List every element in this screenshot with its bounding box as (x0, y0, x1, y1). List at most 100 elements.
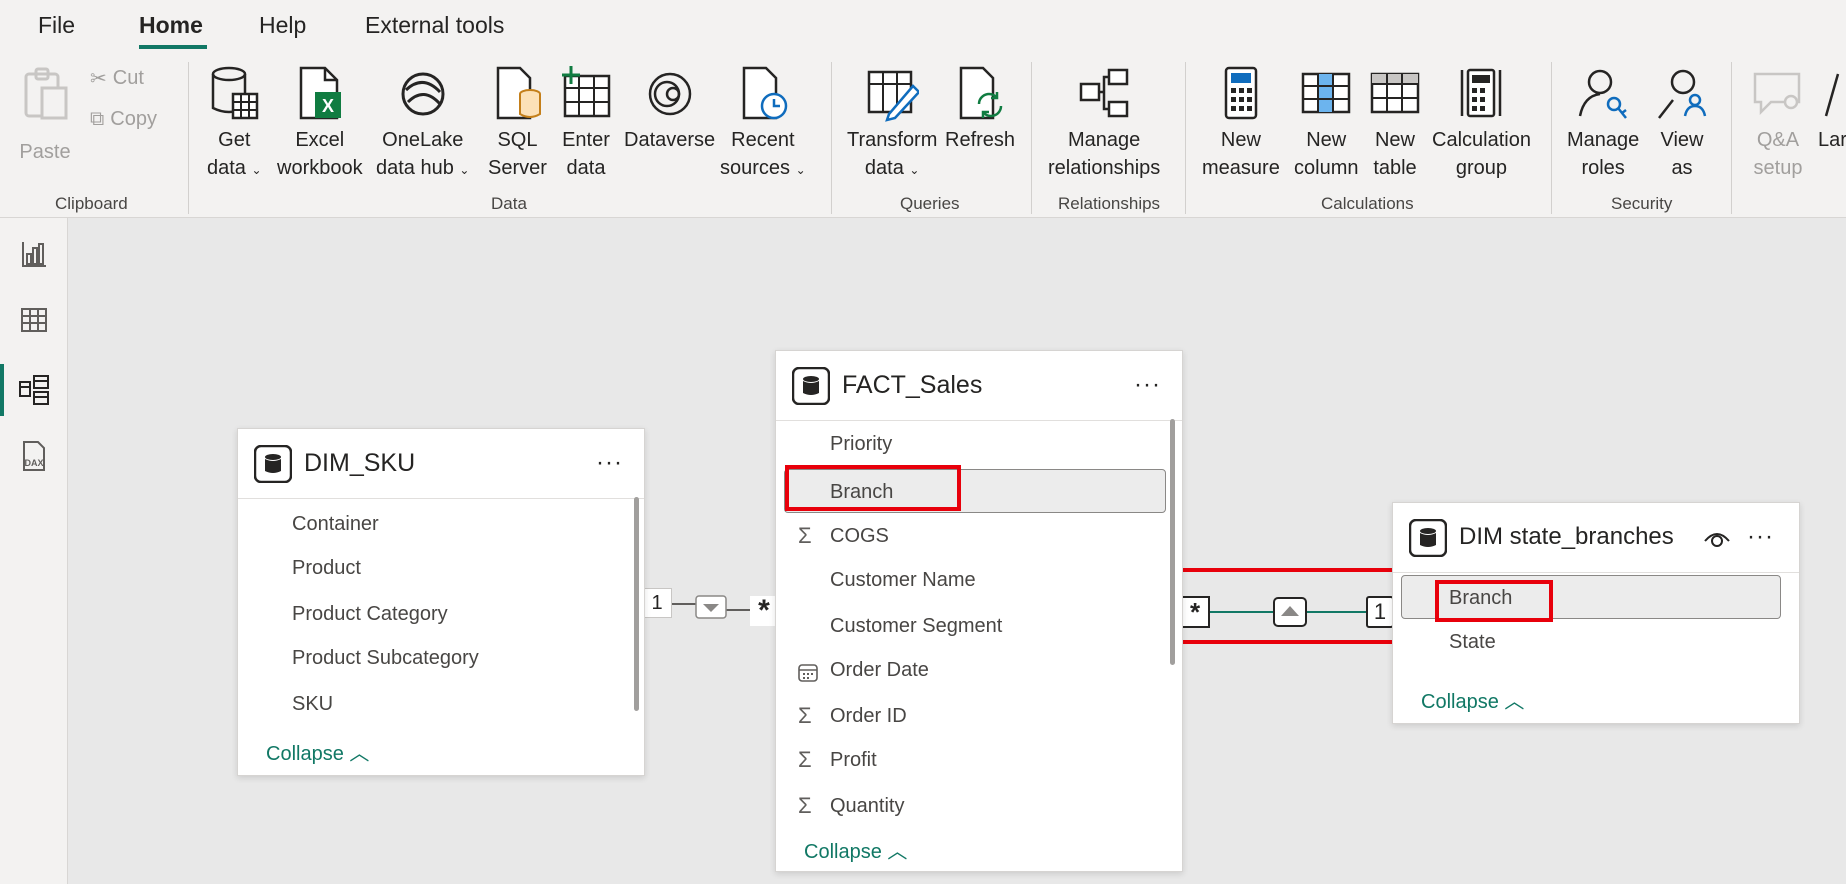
qa-setup-button[interactable]: Q&A setup (1751, 64, 1805, 182)
field-product-subcategory[interactable]: Product Subcategory (292, 647, 479, 670)
refresh-label: Refresh (945, 129, 1016, 151)
excel-icon: X (299, 66, 341, 120)
transform-data-button[interactable]: Transform data ⌄ (847, 64, 937, 184)
field-product[interactable]: Product (292, 557, 361, 580)
table-database-icon (792, 367, 830, 405)
copy-button[interactable]: ⧉ Copy (90, 108, 157, 131)
manage-roles-button[interactable]: Manage roles (1567, 64, 1639, 182)
separator (1185, 62, 1186, 214)
group-label-data: Data (491, 194, 527, 213)
highlight-branch-dim (1435, 580, 1553, 622)
table-card-fact-sales[interactable]: FACT_Sales ··· Priority Branch Σ COGS Cu… (775, 350, 1183, 872)
field-container[interactable]: Container (292, 513, 379, 536)
field-priority[interactable]: Priority (830, 433, 892, 456)
highlight-relationship-box (1160, 568, 1412, 644)
cut-button[interactable]: ✂ Cut (90, 66, 144, 91)
sql-server-button[interactable]: SQL Server (488, 64, 547, 182)
calculation-group-button[interactable]: Calculation group (1432, 64, 1531, 182)
calc-group-label-1: Calculation (1432, 129, 1531, 151)
tab-file[interactable]: File (38, 12, 75, 39)
new-column-label-1: New (1306, 129, 1347, 151)
cut-label: Cut (112, 67, 144, 89)
collapse-link[interactable]: Collapse ︿ (266, 737, 369, 766)
separator (1031, 62, 1032, 214)
table-view-button[interactable] (0, 288, 68, 352)
separator (188, 62, 189, 214)
tab-help[interactable]: Help (259, 12, 306, 39)
chevron-down-icon: ⌄ (251, 163, 262, 177)
active-tab-indicator (139, 45, 207, 49)
more-options-icon[interactable]: ··· (1134, 371, 1161, 399)
manage-relationships-button[interactable]: Manage relationships (1048, 64, 1160, 182)
language-button[interactable]: Lar (1818, 64, 1846, 154)
dataverse-icon (648, 72, 691, 116)
manage-roles-label-2: roles (1581, 157, 1625, 179)
scrollbar[interactable] (1170, 419, 1175, 665)
excel-workbook-button[interactable]: X Excel workbook (277, 64, 363, 182)
chevron-down-icon: ⌄ (909, 163, 920, 177)
dataverse-button[interactable]: Dataverse (624, 64, 715, 154)
chevron-up-icon: ︿ (887, 841, 908, 863)
more-options-icon[interactable]: ··· (1747, 523, 1774, 551)
new-measure-label-1: New (1220, 129, 1261, 151)
scrollbar[interactable] (634, 497, 639, 711)
table-database-icon (254, 445, 292, 483)
new-table-label-1: New (1374, 129, 1415, 151)
field-order-date[interactable]: Order Date (830, 659, 929, 682)
calculator-icon (1224, 66, 1258, 120)
paste-button[interactable]: Paste (18, 64, 72, 166)
dax-query-view-button[interactable]: DAX (0, 424, 68, 488)
sql-label-2: Server (488, 157, 547, 179)
tab-external-tools[interactable]: External tools (365, 12, 504, 39)
field-state[interactable]: State (1449, 631, 1496, 654)
model-view-icon (19, 375, 49, 405)
group-label-security: Security (1611, 194, 1673, 213)
new-table-button[interactable]: New table (1368, 64, 1422, 182)
field-order-id[interactable]: Order ID (830, 705, 907, 728)
dataverse-label: Dataverse (624, 129, 716, 151)
enter-data-button[interactable]: Enter data (559, 64, 613, 182)
transform-label-2: data (864, 157, 904, 179)
enter-label-2: data (566, 157, 606, 179)
sigma-icon: Σ (798, 793, 812, 818)
database-table-icon (212, 66, 259, 120)
dax-query-icon: DAX (23, 441, 45, 471)
get-data-button[interactable]: Get data ⌄ (207, 64, 262, 184)
refresh-icon (959, 66, 1003, 120)
collapse-link[interactable]: Collapse ︿ (1421, 685, 1524, 714)
onelake-icon (401, 72, 445, 116)
manage-rel-label-1: Manage (1068, 129, 1141, 151)
table-title: DIM state_branches (1459, 523, 1674, 550)
sql-label-1: SQL (497, 129, 538, 151)
onelake-data-hub-button[interactable]: OneLake data hub ⌄ (376, 64, 469, 184)
field-cogs[interactable]: COGS (830, 525, 889, 548)
calc-group-label-2: group (1455, 157, 1508, 179)
get-data-label-1: Get (218, 129, 251, 151)
field-product-category[interactable]: Product Category (292, 603, 448, 626)
new-measure-button[interactable]: New measure (1202, 64, 1280, 182)
eye-icon[interactable] (1703, 527, 1731, 549)
refresh-button[interactable]: Refresh (945, 64, 1015, 154)
qa-setup-label-1: Q&A (1756, 129, 1800, 151)
chevron-up-icon: ︿ (349, 743, 370, 765)
table-view-icon (21, 308, 47, 332)
report-view-icon (22, 242, 46, 267)
separator (831, 62, 832, 214)
model-view-button[interactable] (0, 358, 68, 422)
recent-sources-icon (742, 66, 788, 120)
table-card-dim-sku[interactable]: DIM_SKU ··· Container Product Product Ca… (237, 428, 645, 776)
new-column-button[interactable]: New column (1294, 64, 1358, 182)
view-as-button[interactable]: View as (1655, 64, 1709, 182)
field-customer-name[interactable]: Customer Name (830, 569, 976, 592)
qa-setup-icon (1753, 72, 1801, 116)
report-view-button[interactable] (0, 222, 68, 286)
tab-home[interactable]: Home (139, 12, 203, 39)
field-profit[interactable]: Profit (830, 749, 877, 772)
field-customer-segment[interactable]: Customer Segment (830, 615, 1002, 638)
field-sku[interactable]: SKU (292, 693, 333, 716)
more-options-icon[interactable]: ··· (596, 449, 623, 477)
recent-sources-button[interactable]: Recent sources ⌄ (720, 64, 806, 184)
qa-setup-label-2: setup (1753, 157, 1803, 179)
collapse-link[interactable]: Collapse ︿ (804, 835, 907, 864)
field-quantity[interactable]: Quantity (830, 795, 904, 818)
